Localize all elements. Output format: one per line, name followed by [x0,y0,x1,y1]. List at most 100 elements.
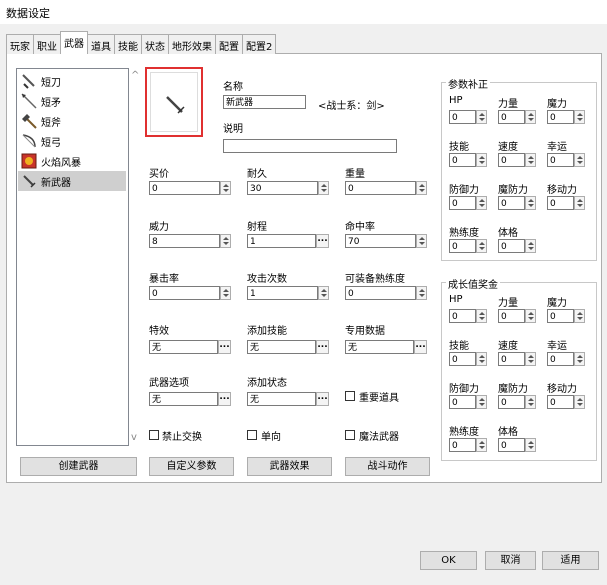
tab-skill[interactable]: 技能 [114,34,142,54]
growth-field[interactable]: 0 [547,395,574,409]
description-field[interactable] [223,139,397,153]
bonus-spinner[interactable] [476,196,487,210]
weapon-option-field[interactable]: 无 [149,392,218,406]
list-scroll-down[interactable]: v [131,432,137,443]
list-scroll-up[interactable]: ^ [131,70,139,81]
bonus-spinner[interactable] [574,153,585,167]
custom-data-field[interactable]: 无 [345,340,414,354]
power-spinner[interactable] [220,234,231,248]
create-weapon-button[interactable]: 创建武器 [20,457,137,476]
growth-field[interactable]: 0 [449,309,476,323]
bonus-spinner[interactable] [525,239,536,253]
bonus-spinner[interactable] [476,110,487,124]
attack-count-spinner[interactable] [318,286,329,300]
bonus-field[interactable]: 0 [547,196,574,210]
important-item-checkbox[interactable] [345,391,355,401]
bonus-field[interactable]: 0 [449,196,476,210]
bonus-field[interactable]: 0 [498,196,525,210]
list-item[interactable]: 短斧 [18,111,126,131]
weapon-list[interactable]: 短刀 短矛 短斧 短弓 火焰风暴 新武器 [16,68,129,446]
attack-count-field[interactable]: 1 [247,286,318,300]
range-field[interactable]: 1 [247,234,316,248]
bonus-field[interactable]: 0 [547,110,574,124]
proficiency-spinner[interactable] [416,286,427,300]
ok-button[interactable]: OK [420,551,477,570]
bonus-spinner[interactable] [476,153,487,167]
crit-spinner[interactable] [220,286,231,300]
list-item[interactable]: 短弓 [18,131,126,151]
add-state-more-button[interactable]: ... [316,392,329,406]
add-state-field[interactable]: 无 [247,392,316,406]
weight-field[interactable]: 0 [345,181,416,195]
bonus-spinner[interactable] [525,196,536,210]
growth-field[interactable]: 0 [498,352,525,366]
weapon-icon-selector[interactable] [145,67,203,137]
growth-spinner[interactable] [574,309,585,323]
magic-weapon-checkbox[interactable] [345,430,355,440]
cancel-button[interactable]: 取消 [485,551,536,570]
bonus-spinner[interactable] [525,110,536,124]
bonus-field[interactable]: 0 [498,239,525,253]
growth-spinner[interactable] [525,309,536,323]
list-item[interactable]: 火焰风暴 [18,151,126,171]
growth-spinner[interactable] [476,395,487,409]
growth-spinner[interactable] [574,352,585,366]
weight-spinner[interactable] [416,181,427,195]
durability-field[interactable]: 30 [247,181,318,195]
special-more-button[interactable]: ... [218,340,231,354]
growth-spinner[interactable] [525,438,536,452]
add-skill-field[interactable]: 无 [247,340,316,354]
range-more-button[interactable]: ... [316,234,329,248]
bonus-field[interactable]: 0 [498,110,525,124]
tab-terrain[interactable]: 地形效果 [168,34,216,54]
power-field[interactable]: 8 [149,234,220,248]
add-skill-more-button[interactable]: ... [316,340,329,354]
durability-spinner[interactable] [318,181,329,195]
bonus-field[interactable]: 0 [449,153,476,167]
list-item[interactable]: 短刀 [18,71,126,91]
growth-spinner[interactable] [476,438,487,452]
proficiency-field[interactable]: 0 [345,286,416,300]
tab-player[interactable]: 玩家 [6,34,34,54]
price-spinner[interactable] [220,181,231,195]
growth-spinner[interactable] [525,352,536,366]
growth-spinner[interactable] [476,309,487,323]
custom-params-button[interactable]: 自定义参数 [149,457,234,476]
weapon-option-more-button[interactable]: ... [218,392,231,406]
growth-field[interactable]: 0 [547,352,574,366]
name-field[interactable]: 新武器 [223,95,306,109]
tab-weapon[interactable]: 武器 [60,31,88,54]
growth-field[interactable]: 0 [449,395,476,409]
bonus-spinner[interactable] [525,153,536,167]
price-field[interactable]: 0 [149,181,220,195]
one-way-checkbox[interactable] [247,430,257,440]
hit-rate-field[interactable]: 70 [345,234,416,248]
custom-data-more-button[interactable]: ... [414,340,427,354]
growth-spinner[interactable] [574,395,585,409]
growth-field[interactable]: 0 [498,438,525,452]
special-field[interactable]: 无 [149,340,218,354]
no-trade-checkbox[interactable] [149,430,159,440]
growth-spinner[interactable] [525,395,536,409]
list-item[interactable]: 新武器 [18,171,126,191]
tab-config2[interactable]: 配置2 [242,34,277,54]
bonus-spinner[interactable] [574,110,585,124]
tab-item[interactable]: 道具 [87,34,115,54]
weapon-effect-button[interactable]: 武器效果 [247,457,332,476]
apply-button[interactable]: 适用 [542,551,599,570]
growth-field[interactable]: 0 [449,438,476,452]
crit-field[interactable]: 0 [149,286,220,300]
tab-state[interactable]: 状态 [141,34,169,54]
bonus-field[interactable]: 0 [547,153,574,167]
bonus-spinner[interactable] [476,239,487,253]
growth-field[interactable]: 0 [449,352,476,366]
tab-config[interactable]: 配置 [215,34,243,54]
hit-rate-spinner[interactable] [416,234,427,248]
bonus-field[interactable]: 0 [449,239,476,253]
growth-field[interactable]: 0 [547,309,574,323]
battle-motion-button[interactable]: 战斗动作 [345,457,430,476]
growth-field[interactable]: 0 [498,309,525,323]
bonus-field[interactable]: 0 [498,153,525,167]
list-item[interactable]: 短矛 [18,91,126,111]
tab-class[interactable]: 职业 [33,34,61,54]
